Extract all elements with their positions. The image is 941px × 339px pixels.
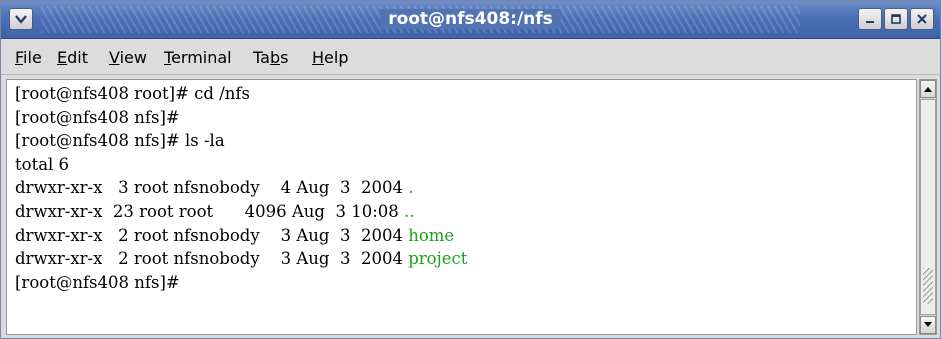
menu-terminal-mnemonic: T [164, 48, 172, 67]
menu-help-label: elp [324, 48, 349, 67]
terminal-output[interactable]: [root@nfs408 root]# cd /nfs [root@nfs408… [6, 79, 917, 335]
scroll-up-button[interactable] [920, 80, 936, 98]
maximize-button[interactable] [884, 8, 908, 30]
menu-help[interactable]: Help [312, 48, 348, 67]
listing-row-prefix: drwxr-xr-x 2 root nfsnobody 3 Aug 3 2004 [15, 225, 409, 245]
menu-tabs-mnemonic: b [269, 48, 281, 67]
menu-tabs[interactable]: Tabs [253, 48, 288, 67]
terminal-line: total 6 [15, 154, 70, 174]
vertical-scrollbar[interactable] [919, 79, 937, 335]
minimize-button[interactable] [858, 8, 882, 30]
terminal-text: [root@nfs408 root]# cd /nfs [root@nfs408… [15, 82, 467, 294]
arrow-down-icon [924, 322, 932, 327]
terminal-window: root@nfs408:/nfs File Edit View Terminal… [0, 0, 941, 339]
close-icon [917, 14, 927, 24]
terminal-line: [root@nfs408 nfs]# ls -la [15, 131, 225, 151]
menu-view-mnemonic: V [109, 48, 120, 67]
scrollbar-thumb[interactable] [920, 99, 936, 315]
terminal-line: [root@nfs408 root]# cd /nfs [15, 84, 250, 103]
menu-tabs-label: s [280, 48, 289, 67]
window-title-label: root@nfs408:/nfs [380, 9, 561, 29]
menu-tabs-label-pre: Ta [253, 48, 270, 67]
directory-name: . [408, 178, 414, 198]
arrow-up-icon [924, 87, 932, 92]
terminal-prompt: [root@nfs408 nfs]# [15, 272, 180, 292]
title-bar[interactable]: root@nfs408:/nfs [1, 1, 940, 39]
maximize-icon [891, 14, 901, 24]
menu-file-mnemonic: F [15, 48, 24, 67]
menu-terminal-label: erminal [171, 48, 232, 67]
listing-row-prefix: drwxr-xr-x 3 root nfsnobody 4 Aug 3 2004 [15, 178, 409, 198]
close-button[interactable] [910, 8, 934, 30]
menu-view[interactable]: View [109, 48, 147, 67]
scroll-down-button[interactable] [920, 316, 936, 334]
minimize-icon [866, 21, 874, 23]
menu-edit-mnemonic: E [57, 48, 68, 67]
menu-terminal[interactable]: Terminal [164, 48, 232, 67]
listing-row-prefix: drwxr-xr-x 2 root nfsnobody 3 Aug 3 2004 [15, 249, 409, 269]
menu-edit-label: dit [67, 48, 88, 67]
directory-name: project [408, 249, 468, 269]
window-title: root@nfs408:/nfs [1, 9, 940, 29]
menu-edit[interactable]: Edit [57, 48, 88, 67]
listing-row-prefix: drwxr-xr-x 23 root root 4096 Aug 3 10:08 [15, 201, 404, 221]
terminal-line: [root@nfs408 nfs]# [15, 107, 180, 127]
menu-file[interactable]: File [15, 48, 42, 67]
scrollbar-grip [923, 268, 933, 304]
menu-bar: File Edit View Terminal Tabs Help [1, 39, 940, 75]
menu-view-label: iew [119, 48, 147, 67]
menu-file-label: ile [23, 48, 42, 67]
directory-name: home [408, 225, 455, 245]
menu-help-mnemonic: H [312, 48, 325, 67]
directory-name: .. [404, 201, 415, 221]
